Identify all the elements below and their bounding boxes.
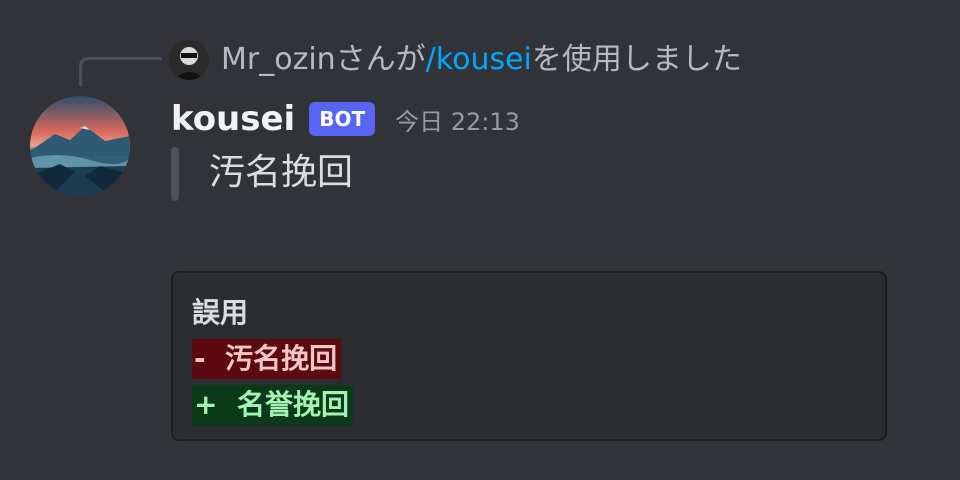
embed-title: 誤用 [192, 296, 249, 329]
reply-label: さんが [335, 42, 426, 77]
reply-label-suffix: を使用しました [531, 42, 742, 77]
reply-context: Mr_ozinさんが/kouseiを使用しました [221, 38, 742, 82]
slash-command-link[interactable]: /kousei [426, 42, 532, 77]
bot-badge: BOT [309, 102, 376, 136]
bot-avatar[interactable] [30, 96, 130, 196]
quoted-text: 汚名挽回 [209, 152, 354, 193]
reply-user-avatar[interactable] [169, 40, 209, 80]
diff-removed-text: 汚名挽回 [225, 342, 338, 375]
diff-added-text: 名誉挽回 [236, 388, 349, 421]
embed-card: 誤用 - 汚名挽回 + 名誉挽回 [171, 271, 887, 441]
diff-removed-line: - 汚名挽回 [192, 339, 342, 379]
message-header: kousei BOT 今日 22:13 [171, 96, 520, 142]
message-timestamp[interactable]: 今日 22:13 [395, 102, 520, 137]
reply-connector [79, 57, 162, 86]
quote-bar [171, 147, 179, 201]
diff-removed-prefix: - [194, 342, 206, 375]
diff-added-prefix: + [194, 388, 218, 421]
reply-username[interactable]: Mr_ozin [221, 42, 336, 77]
diff-added-line: + 名誉挽回 [192, 385, 353, 425]
bot-username[interactable]: kousei [171, 99, 295, 139]
